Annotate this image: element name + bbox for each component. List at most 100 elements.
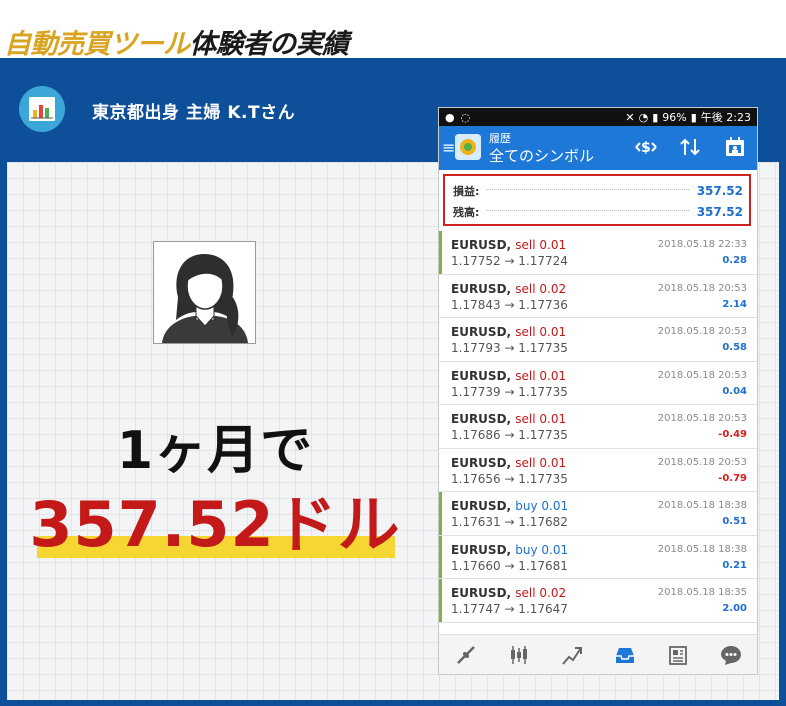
trade-prices: 1.17793 → 1.17735 [451,341,568,355]
trade-time: 2018.05.18 20:53 [657,413,747,424]
person-icon [162,254,248,343]
trade-row[interactable]: EURUSD, sell 0.01 1.17752 → 1.17724 2018.0… [439,231,757,275]
account-summary: 損益: 357.52 残高: 357.52 [443,174,751,226]
trade-symbol: EURUSD, [451,368,512,383]
trade-time: 2018.05.18 18:38 [657,543,747,555]
headline-dark: 体験者の実績 [189,29,350,60]
app-bar: ≡ 履歴 全てのシンボル $ [439,126,757,170]
trade-side: sell 0.01 [515,238,567,252]
sync-icon: ◌ [460,110,471,124]
menu-icon[interactable]: ≡ [442,138,455,157]
trade-symbol: EURUSD, [451,412,512,426]
trade-row[interactable]: EURUSD, buy 0.01 1.17660 → 1.17681 2018.05… [439,535,757,579]
trade-pair: EURUSD, sell 0.01 [451,238,566,252]
trade-side: buy 0.01 [515,542,569,557]
result-amount: 357.52ドル [29,488,401,561]
trade-symbol: EURUSD, [451,499,512,513]
profit-label: 損益: [453,185,480,198]
trade-indicator [439,361,442,404]
battery-icon: ▮ [690,110,697,124]
trade-pair: EURUSD, sell 0.02 [451,586,566,600]
trade-profit: 2.14 [722,298,747,310]
sort-icon[interactable] [679,137,701,161]
trade-profit: -0.79 [718,472,747,484]
trade-row[interactable]: EURUSD, sell 0.02 1.17843 → 1.17736 2018.0… [439,274,757,318]
quotes-icon[interactable] [454,643,478,667]
headline: 自動売買ツール体験者の実績 [4,22,349,62]
trade-row[interactable]: EURUSD, sell 0.01 1.17739 → 1.17735 2018.0… [439,361,757,405]
svg-text:$: $ [641,140,651,156]
trade-prices: 1.17631 → 1.17682 [451,515,568,529]
trade-indicator [439,274,442,317]
chart-icon[interactable] [507,643,531,667]
trade-prices: 1.17747 → 1.17647 [451,602,568,616]
trade-prices: 1.17686 → 1.17735 [451,428,568,442]
trade-profit: -0.49 [718,429,747,440]
trade-time: 2018.05.18 18:38 [657,500,747,511]
trade-row[interactable]: EURUSD, sell 0.01 1.17793 → 1.17735 2018.0… [439,318,757,362]
trade-indicator [439,492,442,535]
trade-side: sell 0.01 [515,325,567,339]
avatar [153,241,256,344]
trade-profit: 0.51 [722,516,747,527]
trade-side: sell 0.01 [515,368,567,383]
chat-icon[interactable] [719,643,743,667]
appbar-title[interactable]: 全てのシンボル [489,145,594,166]
trade-prices: 1.17752 → 1.17724 [451,254,568,268]
bottom-navigation [439,634,757,674]
trade-prices: 1.17660 → 1.17681 [451,558,568,573]
result-period: 1ヶ月で [116,421,314,481]
trade-side: buy 0.01 [515,499,569,513]
trade-symbol: EURUSD, [451,586,512,600]
trade-time: 2018.05.18 22:33 [657,239,747,250]
trade-profit: 0.04 [722,385,747,397]
trade-row[interactable]: EURUSD, sell 0.01 1.17656 → 1.17735 2018.0… [439,448,757,492]
trade-symbol: EURUSD, [451,542,512,557]
trade-symbol: EURUSD, [451,281,512,296]
news-icon[interactable] [666,643,690,667]
history-icon[interactable] [613,643,637,667]
message-icon: ● [445,110,455,124]
trade-prices: 1.17739 → 1.17735 [451,384,568,399]
app-logo [455,134,481,160]
trade-side: sell 0.02 [515,281,567,296]
trade-pair: EURUSD, sell 0.01 [451,412,566,426]
currency-sort-icon[interactable]: $ [635,137,657,161]
phone-screenshot: ● ◌ ✕ ◔ ▮ 96% ▮ 午後 2:23 ≡ 履歴 全てのシンボル $ 損… [439,108,757,674]
trade-icon[interactable] [560,643,584,667]
clock: 午後 2:23 [700,111,751,124]
trade-pair: EURUSD, sell 0.02 [451,282,566,296]
trade-profit: 0.58 [722,342,747,353]
trade-symbol: EURUSD, [451,238,512,252]
profit-value: 357.52 [696,184,743,198]
balance-value: 357.52 [696,205,743,219]
trade-indicator [439,579,442,622]
trade-indicator [439,448,442,491]
battery-level: 96% [662,110,687,124]
balance-label: 残高: [453,206,480,219]
trade-row[interactable]: EURUSD, sell 0.02 1.17747 → 1.17647 2018.0… [439,579,757,623]
trade-row[interactable]: EURUSD, sell 0.01 1.17686 → 1.17735 2018.0… [439,405,757,449]
balance-row: 残高: 357.52 [453,202,743,222]
trade-profit: 0.21 [722,559,747,571]
trade-indicator [439,405,442,448]
wifi-icon: ◔ [638,110,649,124]
trade-side: sell 0.01 [515,455,567,470]
trade-pair: EURUSD, sell 0.01 [451,456,566,470]
trade-symbol: EURUSD, [451,455,512,470]
mute-icon: ✕ [625,110,635,124]
appbar-subtitle: 履歴 [489,132,511,145]
trade-side: sell 0.01 [515,412,567,426]
trade-pair: EURUSD, sell 0.01 [451,369,566,383]
trade-row[interactable]: EURUSD, buy 0.01 1.17631 → 1.17682 2018.05… [439,492,757,536]
signal-icon: ▮ [652,110,659,124]
trade-history-list: EURUSD, sell 0.01 1.17752 → 1.17724 2018.0… [439,231,757,623]
headline-gold: 自動売買ツール [4,29,190,60]
trade-indicator [439,535,442,578]
calendar-icon[interactable] [724,137,746,161]
trade-pair: EURUSD, buy 0.01 [451,543,568,557]
trade-profit: 2.00 [722,603,747,614]
profit-row: 損益: 357.52 [453,181,743,201]
trade-side: sell 0.02 [515,586,567,600]
trade-time: 2018.05.18 20:53 [657,369,747,381]
